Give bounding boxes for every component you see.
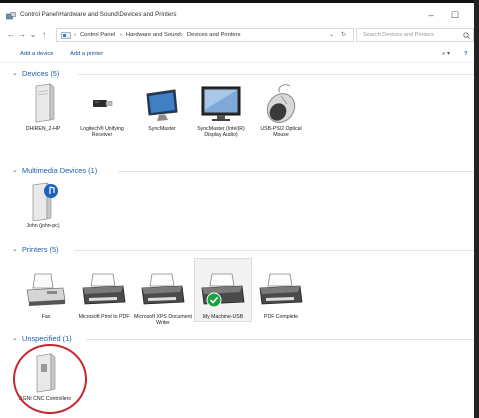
monitor-icon — [194, 82, 248, 124]
device-label: Logitech® Unifying Receiver — [80, 126, 124, 139]
group-header-printers[interactable]: ⌄ Printers (5) — [12, 243, 474, 257]
command-bar: Add a device Add a printer ≡ ▾ ? — [0, 45, 474, 63]
group-divider — [86, 339, 474, 340]
monitor-icon — [135, 82, 189, 124]
printer-label: PDF Complete — [263, 314, 299, 320]
breadcrumb-separator[interactable]: › — [181, 32, 183, 38]
usb-receiver-icon — [75, 82, 129, 124]
group-title: Devices (5) — [22, 69, 60, 78]
printer-icon — [77, 270, 131, 312]
refresh-button[interactable]: ↻ — [341, 32, 346, 38]
group-title: Printers (5) — [22, 245, 59, 254]
title-bar[interactable]: Control Panel\Hardware and Sound\Devices… — [0, 3, 474, 25]
mouse-icon — [254, 82, 308, 124]
forward-button[interactable]: → — [17, 29, 27, 41]
add-printer-button[interactable]: Add a printer — [70, 51, 103, 57]
breadcrumb-devices-and-printers[interactable]: Devices and Printers — [187, 32, 240, 38]
printer-default-icon — [196, 270, 250, 312]
breadcrumb-hardware-and-sound[interactable]: Hardware and Sound — [126, 32, 181, 38]
printer-label: Fax — [41, 314, 51, 320]
search-input[interactable]: Search Devices and Printers — [363, 32, 434, 38]
window-title: Control Panel\Hardware and Sound\Devices… — [20, 11, 177, 18]
add-device-button[interactable]: Add a device — [20, 51, 54, 57]
devices-printers-icon — [6, 12, 16, 20]
printer-label: Microsoft Print to PDF — [78, 314, 130, 320]
control-panel-icon — [61, 32, 71, 39]
chevron-down-icon[interactable]: ⌄ — [12, 69, 18, 77]
printer-item[interactable]: Microsoft XPS Document Writer — [134, 270, 192, 327]
device-item[interactable]: SyncMaster (Intel(R) Display Audio) — [192, 82, 250, 139]
search-box[interactable]: Search Devices and Printers — [356, 28, 474, 42]
printer-item[interactable]: PDF Complete — [252, 270, 310, 320]
device-label: SyncMaster — [148, 126, 176, 132]
chevron-down-icon[interactable]: ⌄ — [12, 334, 18, 342]
device-item[interactable]: SyncMaster — [133, 82, 191, 132]
device-label: DHIREN_2-HP — [25, 126, 61, 132]
media-device-icon — [16, 179, 70, 222]
help-button[interactable]: ? — [464, 51, 468, 57]
device-item[interactable]: John (john-pc) — [14, 179, 72, 229]
group-divider — [118, 171, 474, 172]
chevron-down-icon[interactable]: ⌄ — [12, 245, 18, 253]
recent-locations-button[interactable]: ⌄ — [28, 29, 38, 41]
up-button[interactable]: ↑ — [39, 29, 49, 41]
device-label: SyncMaster (Intel(R) Display Audio) — [197, 126, 245, 139]
breadcrumb-control-panel[interactable]: Control Panel — [80, 32, 115, 38]
printer-icon — [254, 270, 308, 312]
address-row: ← → ⌄ ↑ › Control Panel › Hardware and S… — [0, 25, 474, 45]
group-divider — [78, 74, 474, 75]
group-divider — [74, 250, 474, 251]
group-header-unspecified[interactable]: ⌄ Unspecified (1) — [12, 332, 474, 346]
computer-tower-icon — [16, 82, 70, 124]
chevron-down-icon[interactable]: ⌄ — [12, 166, 18, 174]
breadcrumb-separator[interactable]: › — [120, 32, 122, 38]
fax-icon — [19, 270, 73, 312]
view-options-button[interactable]: ≡ ▾ — [442, 51, 450, 57]
group-title: Multimedia Devices (1) — [22, 166, 98, 175]
printer-icon — [136, 270, 190, 312]
minimize-button[interactable]: – — [424, 9, 438, 21]
printer-item[interactable]: Microsoft Print to PDF — [75, 270, 133, 320]
device-item[interactable]: USB-PS/2 Optical Mouse — [252, 82, 310, 139]
device-label: USB-PS/2 Optical Mouse — [260, 126, 302, 139]
printer-label: My Machine-USB — [202, 314, 244, 320]
maximize-button[interactable]: ☐ — [448, 9, 462, 21]
device-item[interactable]: DHIREN_2-HP — [14, 82, 72, 132]
address-bar[interactable]: › Control Panel › Hardware and Sound › D… — [56, 28, 354, 42]
group-header-multimedia-devices[interactable]: ⌄ Multimedia Devices (1) — [12, 164, 474, 178]
search-icon[interactable] — [463, 32, 470, 39]
device-label: John (john-pc) — [26, 223, 60, 229]
back-button[interactable]: ← — [6, 29, 16, 41]
window-right-border — [474, 0, 479, 418]
printer-item-selected[interactable]: My Machine-USB — [194, 258, 252, 322]
printer-label: Microsoft XPS Document Writer — [134, 314, 192, 327]
address-dropdown-button[interactable]: ⌄ — [329, 32, 334, 38]
group-header-devices[interactable]: ⌄ Devices (5) — [12, 67, 474, 81]
highlight-circle — [13, 344, 87, 414]
group-title: Unspecified (1) — [22, 334, 72, 343]
printer-item[interactable]: Fax — [17, 270, 75, 320]
breadcrumb-separator: › — [74, 32, 76, 38]
device-item[interactable]: Logitech® Unifying Receiver — [73, 82, 131, 139]
